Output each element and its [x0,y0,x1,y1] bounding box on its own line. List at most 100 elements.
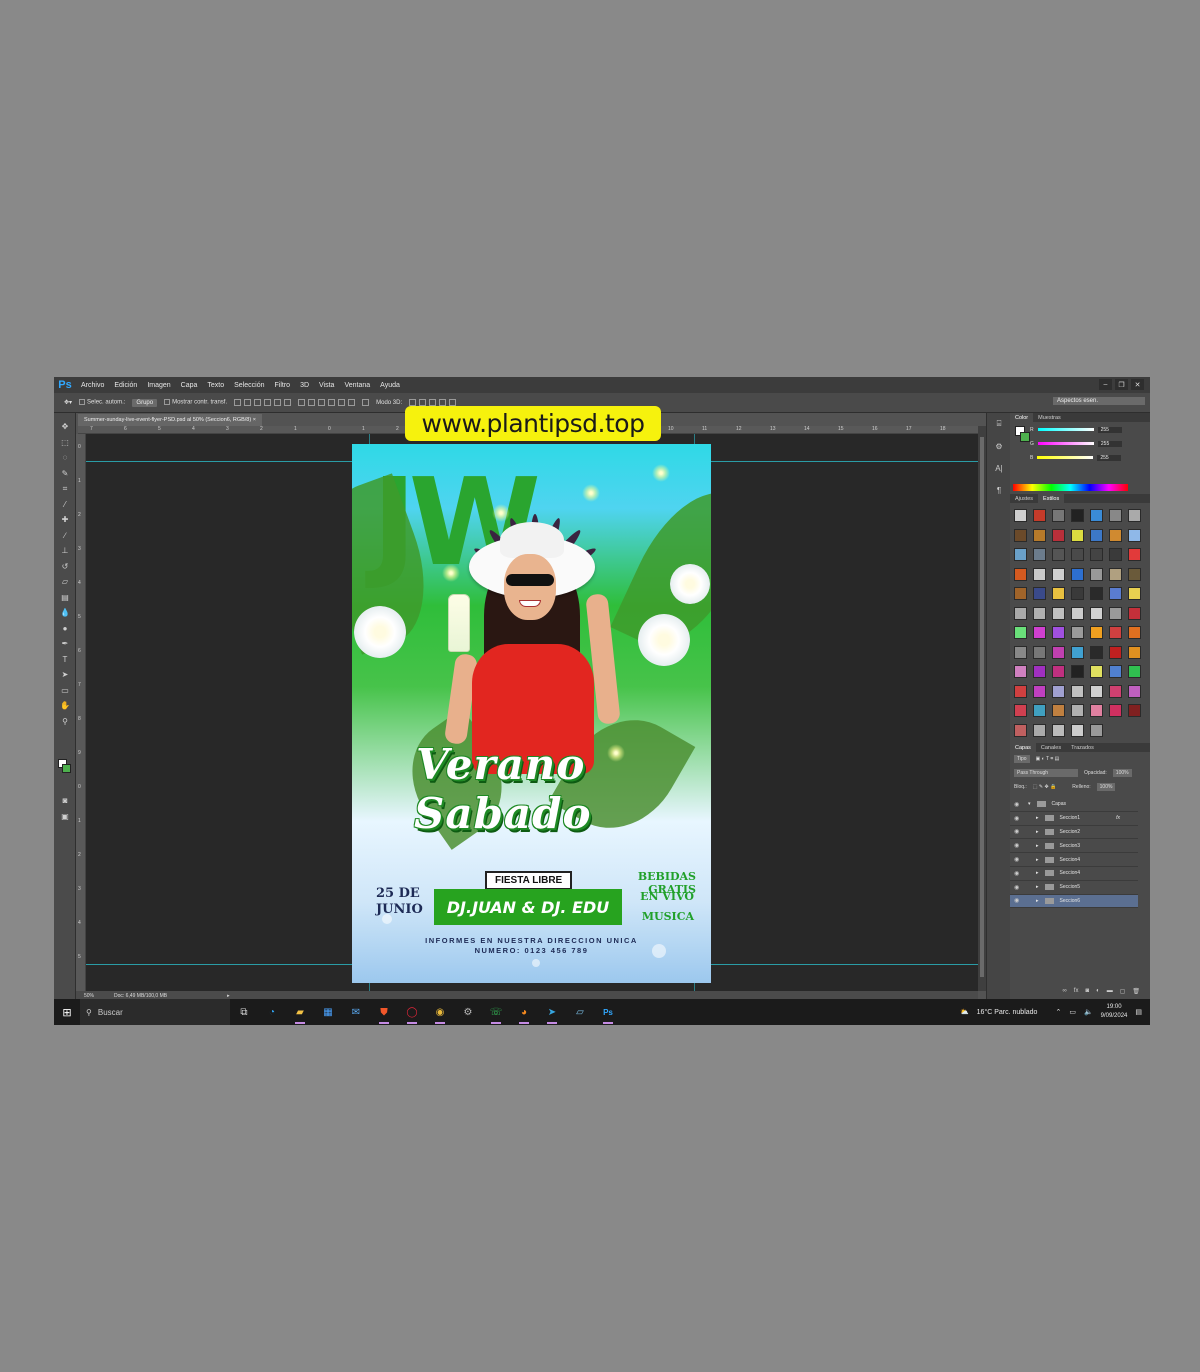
style-swatch[interactable] [1071,548,1084,561]
telegram-icon[interactable]: ➤ [538,999,566,1025]
minimize-button[interactable]: – [1099,379,1112,390]
style-swatch[interactable] [1128,528,1141,542]
menu-texto[interactable]: Texto [202,382,229,389]
tray-chevron-icon[interactable]: ⌃ [1055,1008,1061,1016]
style-swatch[interactable] [1128,704,1141,717]
style-swatch[interactable] [1033,548,1046,561]
notification-icon[interactable]: ▤ [1135,1008,1142,1016]
style-swatch[interactable] [1090,548,1103,561]
style-swatch[interactable] [1128,626,1141,639]
layer-row[interactable]: ◉ ▸ Seccion1 fx [1010,812,1138,826]
menu-imagen[interactable]: Imagen [142,382,175,389]
blend-mode-select[interactable]: Pass Through [1014,769,1078,777]
layer-row[interactable]: ◉ ▸ Seccion4 [1010,867,1138,881]
shape-tool-icon[interactable]: ▭ [54,683,76,699]
photoshop-taskbar-icon[interactable]: Ps [594,999,622,1025]
menu-filtro[interactable]: Filtro [270,382,296,389]
layer-row[interactable]: ◉ ▸ Seccion4 [1010,853,1138,867]
green-slider[interactable] [1037,442,1094,445]
style-swatch[interactable] [1090,684,1103,698]
collapse-arrow-icon[interactable]: ▸ [1036,829,1039,835]
color-spectrum[interactable] [1013,484,1128,491]
style-swatch[interactable] [1033,626,1046,639]
firefox-icon[interactable]: ◕ [510,999,538,1025]
style-swatch[interactable] [1052,665,1065,678]
menu-capa[interactable]: Capa [176,382,203,389]
eye-icon[interactable]: ◉ [1014,856,1022,863]
style-swatch[interactable] [1128,567,1141,581]
transform-option[interactable]: Mostrar contr. transf. [164,399,227,406]
style-swatch[interactable] [1071,587,1084,600]
blue-slider[interactable] [1037,456,1094,459]
style-swatch[interactable] [1014,704,1027,717]
mask-icon[interactable]: ◙ [1085,988,1089,995]
style-swatch[interactable] [1052,684,1065,698]
fx-icon[interactable]: fx [1116,815,1120,821]
eye-icon[interactable]: ◉ [1014,870,1022,877]
stamp-tool-icon[interactable]: ⊥ [54,543,76,559]
tab-ajustes[interactable]: Ajustes [1010,494,1038,503]
style-swatch[interactable] [1033,567,1046,581]
clock[interactable]: 19:00 9/09/2024 [1101,1003,1128,1021]
filter-icons[interactable]: ▣ ◐ T ⌗ ▤ [1036,756,1060,762]
style-swatch[interactable] [1014,606,1027,620]
fx-icon[interactable]: fx [1074,988,1079,995]
tab-trazados[interactable]: Trazados [1066,743,1099,752]
transform-checkbox[interactable] [164,399,171,406]
style-swatch[interactable] [1052,606,1065,620]
brave-icon[interactable]: ⛊ [370,999,398,1025]
app-icon[interactable]: ⚙ [454,999,482,1025]
quick-mask-icon[interactable]: ◙ [54,793,76,809]
style-swatch[interactable] [1052,645,1065,659]
style-swatch[interactable] [1033,723,1046,737]
style-swatch[interactable] [1052,626,1065,639]
style-swatch[interactable] [1071,704,1084,717]
style-swatch[interactable] [1033,665,1046,678]
style-swatch[interactable] [1052,509,1065,522]
notes-icon[interactable]: ▱ [566,999,594,1025]
lasso-tool-icon[interactable]: ◌ [54,450,76,466]
style-swatch[interactable] [1128,587,1141,600]
dodge-tool-icon[interactable]: ● [54,621,76,637]
menu-edicion[interactable]: Edición [109,382,142,389]
tab-capas[interactable]: Capas [1010,743,1036,752]
windows-start-icon[interactable]: ⊞ [54,999,80,1025]
style-swatch[interactable] [1033,606,1046,620]
style-swatch[interactable] [1090,528,1103,542]
tab-muestras[interactable]: Muestras [1033,413,1066,422]
new-group-icon[interactable]: ▬ [1107,988,1113,995]
document-tab[interactable]: Summer-sunday-live-event-flyer-PSD.psd a… [78,414,262,426]
background-color-swatch[interactable] [62,764,71,773]
weather-icon[interactable]: ⛅ [960,1008,969,1016]
history-panel-icon[interactable]: ⌸ [987,413,1011,435]
style-swatch[interactable] [1109,665,1122,678]
lock-icons[interactable]: ⬚ ✎ ✥ 🔒 [1033,784,1057,790]
expand-arrow-icon[interactable]: ▾ [1028,801,1031,807]
style-swatch[interactable] [1090,606,1103,620]
style-swatch[interactable] [1071,509,1084,522]
style-swatch[interactable] [1014,548,1027,561]
marquee-tool-icon[interactable]: ⬚ [54,435,76,451]
layer-row[interactable]: ◉ ▸ Seccion5 [1010,881,1138,895]
paragraph-panel-icon[interactable]: ¶ [987,479,1011,501]
hand-tool-icon[interactable]: ✋ [54,698,76,714]
collapse-arrow-icon[interactable]: ▸ [1036,884,1039,890]
file-explorer-icon[interactable]: ▰ [286,999,314,1025]
style-swatch[interactable] [1128,509,1141,522]
trash-icon[interactable]: 🗑 [1132,988,1140,995]
history-brush-icon[interactable]: ↺ [54,559,76,575]
style-swatch[interactable] [1014,509,1027,522]
doc-size[interactable]: Doc: 6,49 MB/100,0 MB [114,993,167,999]
blur-tool-icon[interactable]: 💧 [54,605,76,621]
green-value[interactable]: 255 [1097,440,1122,447]
style-swatch[interactable] [1090,509,1103,522]
style-swatch[interactable] [1052,567,1065,581]
distribute-buttons[interactable] [298,399,356,406]
move-tool-icon[interactable]: ✥▾ [64,399,72,406]
gradient-tool-icon[interactable]: ▤ [54,590,76,606]
style-swatch[interactable] [1033,684,1046,698]
style-swatch[interactable] [1033,587,1046,600]
zoom-tool-icon[interactable]: ⚲ [54,714,76,730]
layer-filter-select[interactable]: Tipo [1014,755,1030,763]
style-swatch[interactable] [1052,704,1065,717]
